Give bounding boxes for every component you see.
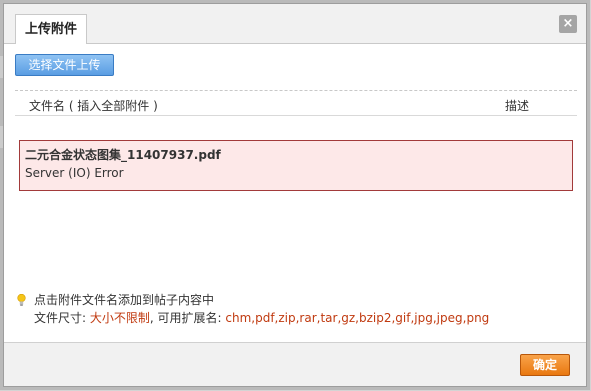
file-size-label: 文件尺寸:: [34, 311, 90, 325]
upload-error-item: 二元合金状态图集_11407937.pdf Server (IO) Error: [19, 140, 573, 191]
hint-line-insert: 点击附件文件名添加到帖子内容中: [15, 291, 575, 309]
dialog-header: 上传附件 ×: [4, 4, 586, 44]
hint-line-file-info: 文件尺寸: 大小不限制, 可用扩展名: chm,pdf,zip,rar,tar,…: [15, 309, 575, 327]
hint-insert-text: 点击附件文件名添加到帖子内容中: [34, 293, 215, 307]
file-size-value: 大小不限制: [89, 311, 150, 325]
close-icon[interactable]: ×: [559, 15, 577, 33]
upload-hints: 点击附件文件名添加到帖子内容中 文件尺寸: 大小不限制, 可用扩展名: chm,…: [15, 291, 575, 327]
confirm-button[interactable]: 确定: [520, 354, 570, 376]
tab-upload-attachment[interactable]: 上传附件: [15, 14, 87, 44]
upload-attachment-dialog: 上传附件 × 选择文件上传 文件名 ( 插入全部附件 ) 描述 二元合金状态图集…: [3, 3, 587, 387]
extensions-value: chm,pdf,zip,rar,tar,gz,bzip2,gif,jpg,jpe…: [225, 311, 490, 325]
select-file-upload-button[interactable]: 选择文件上传: [15, 54, 114, 76]
error-filename[interactable]: 二元合金状态图集_11407937.pdf: [25, 146, 567, 164]
extensions-label: , 可用扩展名:: [149, 311, 226, 325]
lightbulb-icon: [17, 294, 26, 306]
dialog-footer: 确定: [4, 342, 586, 386]
column-header-description: 描述: [504, 99, 529, 113]
error-message: Server (IO) Error: [25, 166, 124, 180]
file-table-header: 文件名 ( 插入全部附件 ) 描述: [15, 90, 577, 116]
column-header-filename[interactable]: 文件名 ( 插入全部附件 ): [29, 97, 158, 114]
